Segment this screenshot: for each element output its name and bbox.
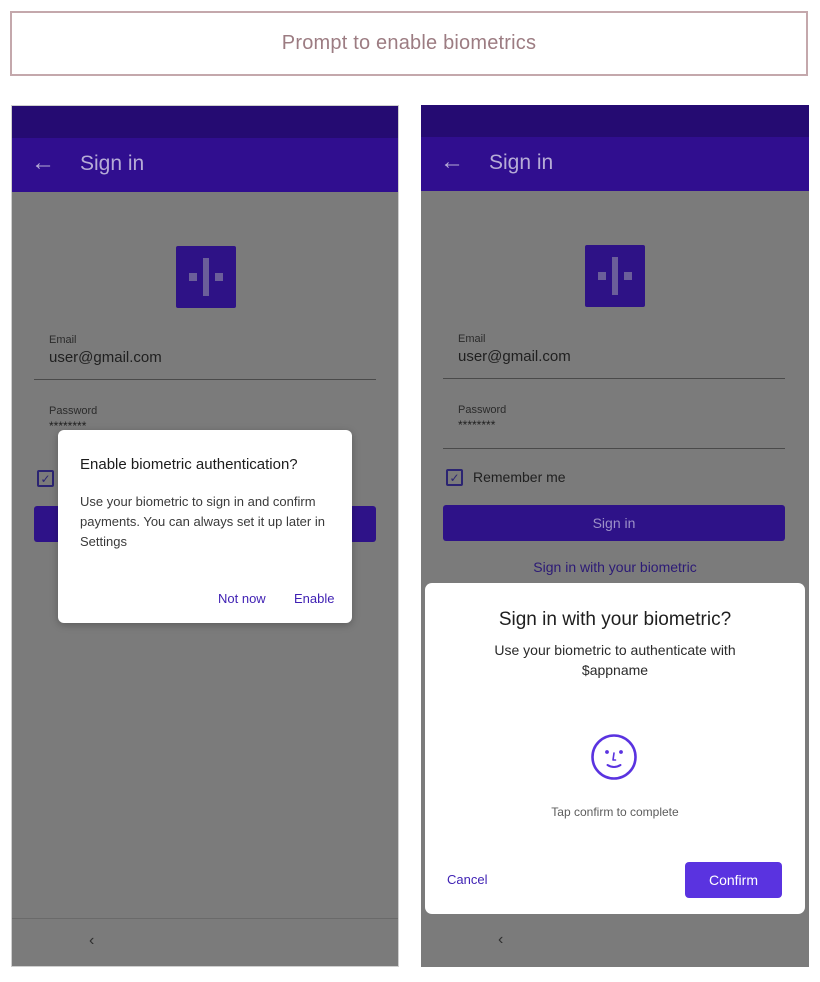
dialog-body: Use your biometric to sign in and confir…	[80, 494, 325, 549]
chevron-left-icon[interactable]: ‹	[89, 932, 94, 950]
email-underline	[443, 378, 785, 379]
not-now-button[interactable]: Not now	[218, 591, 266, 606]
nav-divider	[12, 918, 398, 919]
password-label: Password	[49, 405, 98, 417]
face-icon	[591, 734, 637, 780]
dialog-title: Enable biometric authentication?	[80, 456, 298, 473]
cancel-button[interactable]: Cancel	[447, 872, 487, 887]
sheet-hint: Tap confirm to complete	[551, 805, 679, 819]
app-bar: ← Sign in	[421, 137, 809, 191]
app-bar-title: Sign in	[489, 151, 554, 174]
sign-in-biometric-link[interactable]: Sign in with your biometric	[421, 559, 809, 575]
email-field[interactable]: user@gmail.com	[458, 348, 571, 365]
app-logo	[585, 245, 645, 307]
arrow-back-icon[interactable]: ←	[440, 148, 464, 176]
password-field[interactable]: ********	[458, 418, 495, 432]
email-label: Email	[458, 333, 486, 345]
confirm-button[interactable]: Confirm	[685, 862, 782, 898]
email-label: Email	[49, 334, 77, 346]
app-bar-title: Sign in	[80, 152, 145, 175]
sign-in-button[interactable]: Sign in	[443, 505, 785, 541]
caption-box: Prompt to enable biometrics	[10, 11, 808, 76]
remember-me-checkbox[interactable]: ✓	[37, 470, 54, 487]
remember-me-checkbox[interactable]: ✓	[446, 469, 463, 486]
chevron-left-icon[interactable]: ‹	[498, 931, 503, 949]
caption-text: Prompt to enable biometrics	[281, 32, 537, 54]
status-bar	[12, 106, 398, 138]
remember-me-label: Remember me	[473, 469, 566, 485]
email-field[interactable]: user@gmail.com	[49, 349, 162, 366]
status-bar	[421, 105, 809, 137]
phone-screen-biometric-sheet: ← Sign in Email user@gmail.com Password …	[421, 105, 809, 967]
arrow-back-icon[interactable]: ←	[31, 149, 55, 177]
app-logo	[176, 246, 236, 308]
sheet-title: Sign in with your biometric?	[498, 609, 732, 630]
enable-button[interactable]: Enable	[294, 591, 334, 606]
enable-biometric-dialog: Enable biometric authentication? Use you…	[58, 430, 352, 623]
biometric-bottom-sheet: Sign in with your biometric? Use your bi…	[425, 583, 805, 914]
email-underline	[34, 379, 376, 380]
app-bar: ← Sign in	[12, 138, 398, 192]
sheet-subtitle: Use your biometric to authenticate with …	[494, 642, 736, 678]
password-label: Password	[458, 404, 507, 416]
password-underline	[443, 448, 785, 449]
phone-screen-enable-prompt: ← Sign in Email user@gmail.com Password …	[11, 105, 399, 967]
